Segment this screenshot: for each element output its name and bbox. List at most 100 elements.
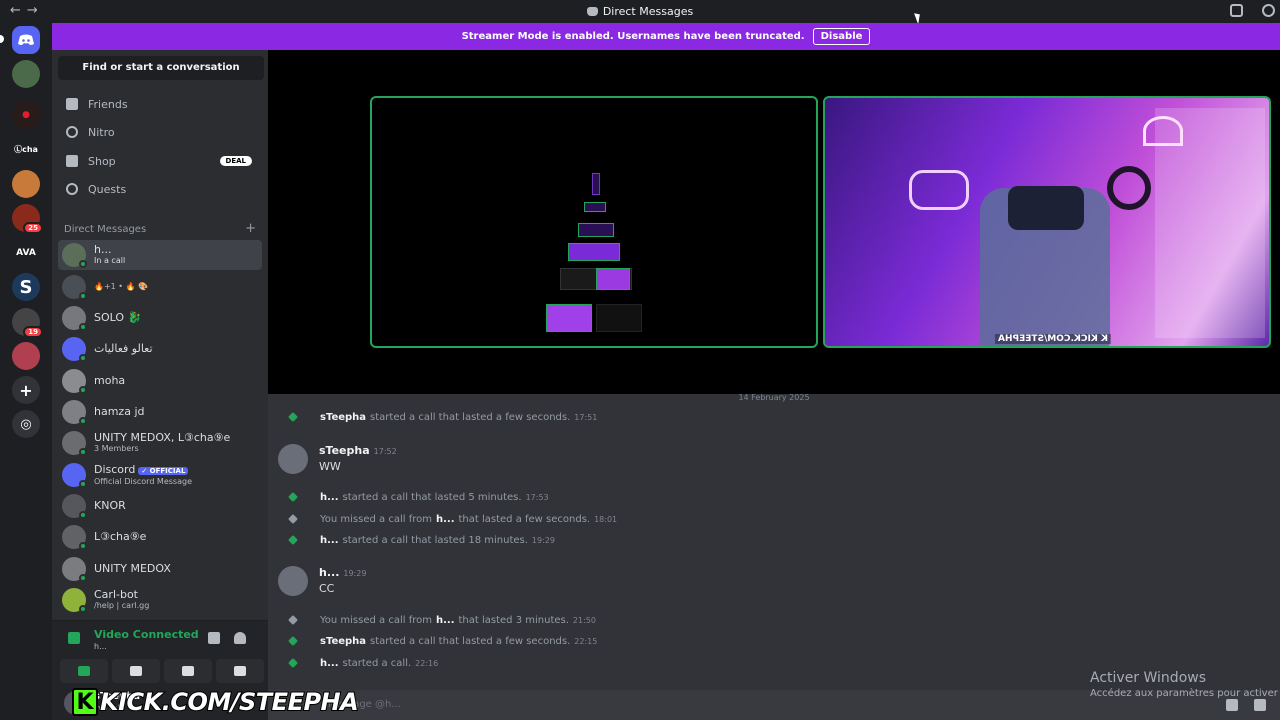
dm-item[interactable]: L③cha⑨e (58, 522, 262, 552)
status-dot (79, 323, 87, 331)
server-icon-4[interactable] (12, 170, 40, 198)
message-author[interactable]: h... 19:29 (319, 566, 366, 579)
dm-item[interactable]: 🔥+1 • 🔥 🎨 (58, 272, 262, 302)
add-server-icon[interactable]: + (12, 376, 40, 404)
message-author[interactable]: sTeepha 17:52 (319, 444, 397, 457)
server-icon-6[interactable]: AVA (12, 239, 40, 267)
gif-icon[interactable] (1254, 699, 1266, 711)
status-dot (79, 480, 87, 488)
message-text: WW (319, 460, 341, 473)
activities-button[interactable] (164, 659, 212, 683)
nav-nitro[interactable]: Nitro (60, 118, 262, 146)
status-dot (79, 511, 87, 519)
notice-text: started a call that lasted a few seconds… (370, 635, 571, 647)
dm-item[interactable]: hamza jd (58, 397, 262, 427)
dm-avatar (62, 243, 87, 268)
dm-name: Discord ✓ OFFICIAL (94, 463, 192, 477)
phone-icon (288, 636, 298, 646)
server-icon-5[interactable]: 25 (12, 204, 43, 234)
friends-icon (66, 98, 78, 110)
find-conversation-button[interactable]: Find or start a conversation (58, 56, 264, 80)
dm-item[interactable]: تعالو فعاليات (58, 334, 262, 364)
discord-icon (586, 7, 598, 16)
dm-item[interactable]: Carl-bot/help | carl.gg (58, 585, 262, 615)
window-title: Direct Messages (0, 5, 1280, 18)
server-icon-9[interactable] (12, 342, 40, 370)
dm-text: 🔥+1 • 🔥 🎨 (94, 282, 148, 292)
shop-icon (66, 155, 78, 167)
dm-text: UNITY MEDOX, L③cha⑨e 3 Members (94, 432, 230, 454)
dm-item[interactable]: Discord ✓ OFFICIAL Official Discord Messag… (58, 460, 262, 490)
dm-text: L③cha⑨e (94, 531, 146, 543)
dm-name: تعالو فعاليات (94, 342, 153, 355)
dm-avatar (62, 369, 87, 394)
phone-icon (288, 492, 298, 502)
dm-avatar (62, 557, 87, 582)
camera-icon (78, 666, 90, 676)
server-icon-3[interactable]: Ⓛcha (12, 135, 40, 163)
notice-actor[interactable]: h... (436, 615, 455, 626)
screen-share-tile[interactable] (370, 96, 818, 348)
author-name[interactable]: h... (319, 566, 339, 579)
dm-item[interactable]: KNOR (58, 491, 262, 521)
server-icon-2[interactable]: ● (12, 101, 40, 129)
notice-actor[interactable]: h... (320, 535, 339, 546)
dm-item[interactable]: UNITY MEDOX, L③cha⑨e 3 Members (58, 428, 262, 458)
voice-status[interactable]: Video Connected (94, 628, 199, 641)
status-dot (79, 260, 87, 268)
server-avatar-1[interactable] (12, 60, 40, 88)
deal-badge: DEAL (219, 156, 252, 166)
missed-call-notice: You missed a call from h... that lasted 3 … (288, 611, 596, 629)
kick-logo-icon: K (72, 688, 98, 716)
create-dm-button[interactable]: + (245, 221, 256, 236)
dm-item[interactable]: moha (58, 366, 262, 396)
nav-shop[interactable]: Shop DEAL (60, 147, 262, 175)
kick-url-text: KICK.COM/STEEPHA (99, 687, 360, 717)
notice-actor[interactable]: h... (436, 514, 455, 525)
noise-suppression-icon[interactable] (208, 632, 220, 644)
notice-actor[interactable]: sTeepha (320, 412, 366, 423)
notice-actor[interactable]: sTeepha (320, 636, 366, 647)
disconnect-icon[interactable] (234, 632, 246, 644)
dm-item[interactable]: UNITY MEDOX (58, 554, 262, 584)
voice-channel[interactable]: h... (94, 642, 107, 651)
chat-message: h... 19:29 CC (278, 566, 878, 602)
call-notice: h... started a call that lasted 18 minute… (288, 531, 555, 549)
message-avatar[interactable] (278, 566, 308, 596)
phone-icon (288, 535, 298, 545)
camera-button[interactable] (60, 659, 108, 683)
notice-actor[interactable]: h... (320, 492, 339, 503)
discord-logo-icon (18, 34, 34, 45)
status-dot (79, 542, 87, 550)
discover-icon[interactable]: ◎ (12, 410, 40, 438)
server-icon-8[interactable]: 19 (12, 308, 43, 338)
streamer-mode-banner: Streamer Mode is enabled. Usernames have… (52, 23, 1280, 50)
gift-icon[interactable] (1226, 699, 1238, 711)
help-icon[interactable] (1262, 4, 1275, 17)
notice-actor[interactable]: h... (320, 658, 339, 669)
disable-button[interactable]: Disable (812, 28, 871, 45)
dm-text: UNITY MEDOX (94, 563, 171, 575)
screen-share-button[interactable] (112, 659, 160, 683)
server-icon-7[interactable]: S (12, 273, 40, 301)
dm-name: hamza jd (94, 405, 145, 418)
notice-time: 22:16 (415, 658, 439, 668)
author-name[interactable]: sTeepha (319, 444, 370, 457)
dm-item[interactable]: h... In a call (58, 240, 262, 270)
home-dm-button[interactable] (12, 26, 40, 54)
dm-item[interactable]: SOLO 🐉 (58, 303, 262, 333)
steering-wheel (1107, 166, 1151, 210)
soundboard-button[interactable] (216, 659, 264, 683)
date-divider: 14 February 2025 (738, 393, 810, 402)
webcam-tile[interactable]: K KICK.COM/STEEPHA (823, 96, 1271, 348)
notice-text: started a call that lasted a few seconds… (370, 411, 571, 423)
message-avatar[interactable] (278, 444, 308, 474)
nav-quests[interactable]: Quests (60, 175, 262, 203)
screen-share-preview (578, 223, 614, 237)
signal-icon (68, 632, 80, 644)
title-bar: ←→ Direct Messages (0, 0, 1280, 23)
status-dot (79, 292, 87, 300)
nav-friends[interactable]: Friends (60, 90, 262, 118)
inbox-icon[interactable] (1230, 4, 1243, 17)
dm-text: moha (94, 375, 125, 387)
